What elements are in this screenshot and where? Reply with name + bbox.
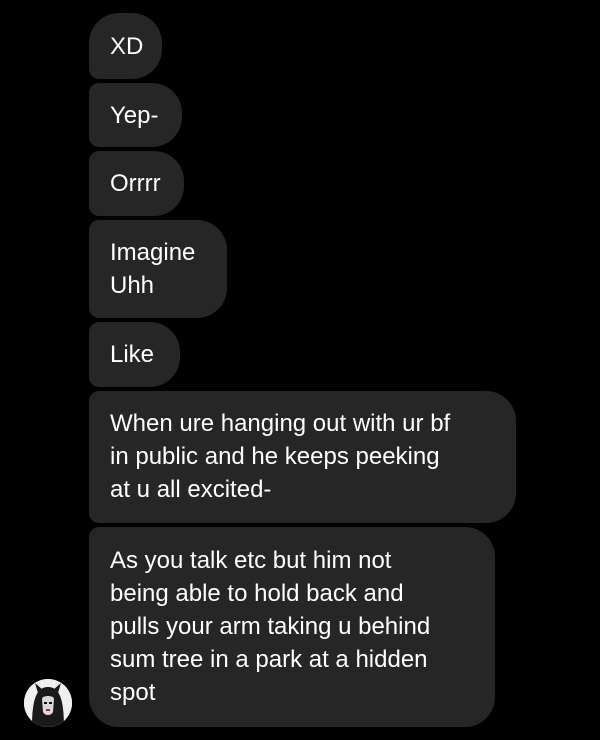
- message-bubble[interactable]: Like: [89, 322, 180, 387]
- profile-avatar-icon[interactable]: [24, 679, 72, 727]
- message-text: XD: [110, 32, 144, 60]
- message-text: being able to hold back and: [110, 580, 404, 607]
- message-text: spot: [110, 679, 156, 706]
- message-text: at u all excited-: [110, 476, 272, 503]
- message-text: Uhh: [110, 272, 155, 299]
- message-thread: XD Yep- Orrrr Imagine Uhh Like When ure …: [0, 0, 600, 740]
- message-bubble[interactable]: Imagine Uhh: [89, 220, 227, 318]
- message-text: Yep-: [110, 101, 159, 129]
- message-bubble[interactable]: As you talk etc but him not being able t…: [89, 527, 495, 727]
- message-text: Like: [110, 341, 155, 368]
- message-bubble[interactable]: XD: [89, 13, 162, 79]
- message-bubble[interactable]: Orrrr: [89, 151, 184, 216]
- message-text: in public and he keeps peeking: [110, 443, 440, 470]
- message-bubble[interactable]: When ure hanging out with ur bf in publi…: [89, 391, 516, 523]
- message-text: pulls your arm taking u behind: [110, 613, 431, 640]
- message-text: When ure hanging out with ur bf: [110, 410, 451, 437]
- message-text: sum tree in a park at a hidden: [110, 646, 428, 673]
- message-text: Orrrr: [110, 170, 161, 197]
- message-text: Imagine: [110, 239, 196, 266]
- message-bubble[interactable]: Yep-: [89, 83, 182, 147]
- message-text: As you talk etc but him not: [110, 547, 392, 574]
